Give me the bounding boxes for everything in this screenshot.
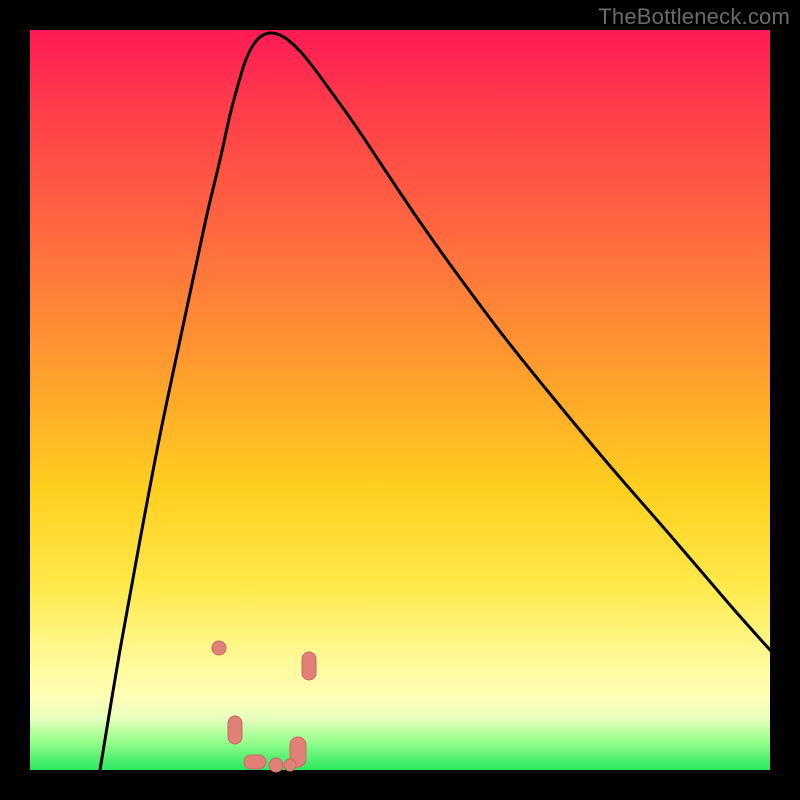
curve-marker bbox=[228, 716, 242, 744]
watermark-text: TheBottleneck.com bbox=[598, 4, 790, 30]
curve-markers bbox=[212, 641, 316, 772]
curve-marker bbox=[284, 759, 296, 771]
bottleneck-curve bbox=[100, 33, 770, 770]
curve-line bbox=[100, 33, 770, 770]
curve-marker bbox=[302, 652, 316, 680]
curve-marker bbox=[269, 758, 283, 772]
curve-marker bbox=[244, 755, 266, 769]
plot-area bbox=[30, 30, 770, 770]
chart-frame: TheBottleneck.com bbox=[0, 0, 800, 800]
curve-layer bbox=[30, 30, 770, 770]
curve-marker bbox=[212, 641, 226, 655]
